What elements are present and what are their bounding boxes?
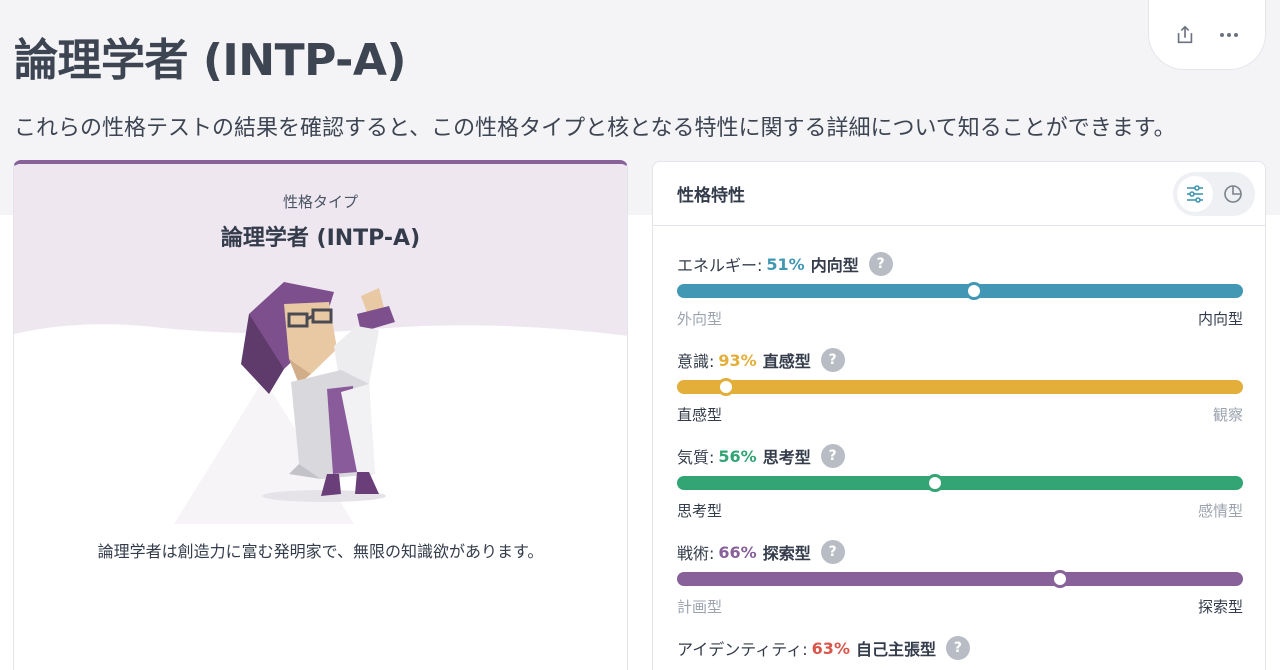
traits-card-header: 性格特性 (653, 162, 1265, 226)
view-toggle (1173, 171, 1255, 216)
share-icon (1177, 25, 1193, 43)
trait-slider-knob[interactable] (716, 378, 735, 396)
trait-ends: 直感型 観察 (677, 404, 1243, 425)
trait-ends: 計画型 探索型 (677, 596, 1243, 617)
trait-bar (677, 378, 1243, 396)
trait-row: 戦術: 66% 探索型? 計画型 探索型 (677, 540, 1243, 617)
trait-percent: 66% (718, 542, 757, 562)
trait-name: 気質: (677, 448, 715, 467)
trait-bar (677, 474, 1243, 492)
trait-side: 探索型 (762, 544, 811, 563)
personality-type-card: 性格タイプ 論理学者 (INTP-A) 論理学者は創造力に富む発明家で、無限の知… (13, 160, 628, 670)
trait-slider-knob[interactable] (1050, 570, 1069, 588)
page-subtitle: これらの性格テストの結果を確認すると、この性格タイプと核となる特性に関する詳細に… (14, 116, 1176, 141)
chart-view-button[interactable] (1215, 176, 1251, 212)
trait-bar (677, 570, 1243, 588)
trait-right-label: 内向型 (1197, 310, 1243, 328)
type-name: 論理学者 (INTP-A) (220, 226, 421, 251)
trait-left-label: 計画型 (677, 598, 723, 616)
trait-row: アイデンティティ: 63% 自己主張型? (677, 636, 1243, 660)
trait-percent: 56% (718, 446, 757, 466)
trait-row: エネルギー: 51% 内向型? 外向型 内向型 (677, 252, 1243, 329)
trait-right-label: 探索型 (1197, 598, 1243, 616)
trait-right-label: 感情型 (1197, 502, 1243, 520)
trait-name: 意識: (677, 352, 715, 371)
trait-ends: 思考型 感情型 (677, 500, 1243, 521)
trait-left-label: 外向型 (677, 310, 723, 328)
trait-name: アイデンティティ: (677, 640, 808, 659)
trait-left-label: 直感型 (677, 406, 723, 424)
trait-left-label: 思考型 (677, 502, 723, 520)
trait-right-label: 観察 (1212, 406, 1243, 424)
trait-slider-knob[interactable] (965, 282, 984, 300)
more-button[interactable] (1213, 19, 1245, 51)
trait-label: アイデンティティ: 63% 自己主張型? (677, 636, 1243, 660)
sliders-view-button[interactable] (1177, 175, 1213, 212)
trait-percent: 63% (811, 638, 850, 658)
trait-percent: 93% (718, 350, 757, 370)
trait-bar (677, 282, 1243, 300)
trait-row: 気質: 56% 思考型? 思考型 感情型 (677, 444, 1243, 521)
trait-ends: 外向型 内向型 (677, 308, 1243, 329)
trait-percent: 51% (766, 254, 805, 274)
trait-name: エネルギー: (677, 256, 763, 275)
trait-label: 意識: 93% 直感型? (677, 348, 1243, 372)
help-icon[interactable]: ? (820, 540, 845, 564)
trait-slider-knob[interactable] (926, 474, 945, 492)
traits-card: 性格特性 エネルギー: 51% 内向型? 外向型 内向型 意識: 93% 直感型? 直感型 観察気… (652, 161, 1266, 670)
type-description: 論理学者は創造力に富む発明家で、無限の知識欲があります。 (97, 542, 544, 561)
help-icon[interactable]: ? (820, 348, 845, 372)
help-icon[interactable]: ? (820, 444, 845, 468)
help-icon[interactable]: ? (868, 252, 893, 276)
trait-side: 内向型 (810, 256, 859, 275)
sliders-icon (1187, 184, 1203, 203)
traits-title: 性格特性 (677, 186, 745, 206)
trait-row: 意識: 93% 直感型? 直感型 観察 (677, 348, 1243, 425)
trait-side: 直感型 (762, 352, 811, 371)
trait-name: 戦術: (677, 544, 715, 563)
pie-chart-icon (1224, 184, 1242, 203)
logician-avatar (241, 282, 395, 502)
trait-label: エネルギー: 51% 内向型? (677, 252, 1243, 276)
help-icon[interactable]: ? (945, 636, 970, 660)
trait-side: 自己主張型 (855, 640, 936, 659)
share-button[interactable] (1169, 19, 1201, 51)
page-title: 論理学者 (INTP-A) (14, 35, 407, 86)
type-label: 性格タイプ (282, 193, 358, 211)
trait-label: 戦術: 66% 探索型? (677, 540, 1243, 564)
more-icon (1220, 32, 1238, 37)
header-actions (1148, 0, 1266, 70)
trait-label: 気質: 56% 思考型? (677, 444, 1243, 468)
trait-side: 思考型 (762, 448, 811, 467)
